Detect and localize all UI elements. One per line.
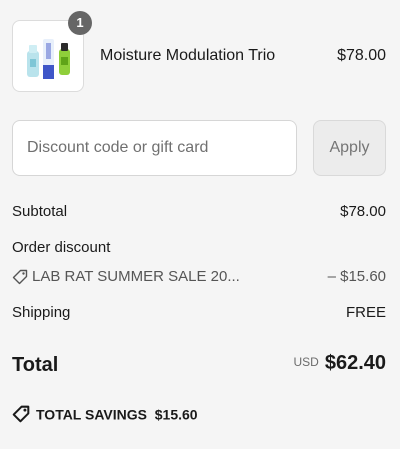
tag-icon	[12, 269, 28, 285]
product-name: Moisture Modulation Trio	[100, 47, 276, 64]
currency-code: USD	[293, 355, 319, 369]
total-savings-label: TOTAL SAVINGS	[36, 406, 147, 423]
total-savings-row: TOTAL SAVINGS $15.60	[12, 405, 198, 423]
discount-code-label: LAB RAT SUMMER SALE 20...	[32, 268, 240, 285]
cart-line-item: 1 Moisture Modulation Trio $78.00	[12, 11, 386, 94]
quantity-badge: 1	[68, 11, 92, 35]
subtotal-value: $78.00	[340, 203, 386, 220]
discount-code-input[interactable]	[12, 120, 297, 176]
total-amount: $62.40	[324, 352, 386, 374]
discount-amount: – $15.60	[327, 268, 386, 285]
shipping-label: Shipping	[12, 304, 71, 321]
order-discount-label: Order discount	[12, 239, 111, 256]
subtotal-label: Subtotal	[12, 203, 68, 220]
savings-tag-icon	[12, 405, 30, 423]
apply-discount-button[interactable]: Apply	[313, 120, 386, 176]
discount-code-row: LAB RAT SUMMER SALE 20... – $15.60	[12, 268, 386, 288]
order-discount-row: Order discount	[12, 239, 386, 259]
total-label: Total	[12, 354, 59, 376]
total-savings-amount: $15.60	[154, 406, 198, 423]
subtotal-row: Subtotal $78.00	[12, 203, 386, 223]
shipping-value: FREE	[345, 304, 386, 321]
total-row: Total USD $62.40	[12, 352, 386, 382]
shipping-row: Shipping FREE	[12, 304, 386, 324]
product-price: $78.00	[337, 47, 386, 64]
discount-form: Apply	[12, 120, 386, 176]
